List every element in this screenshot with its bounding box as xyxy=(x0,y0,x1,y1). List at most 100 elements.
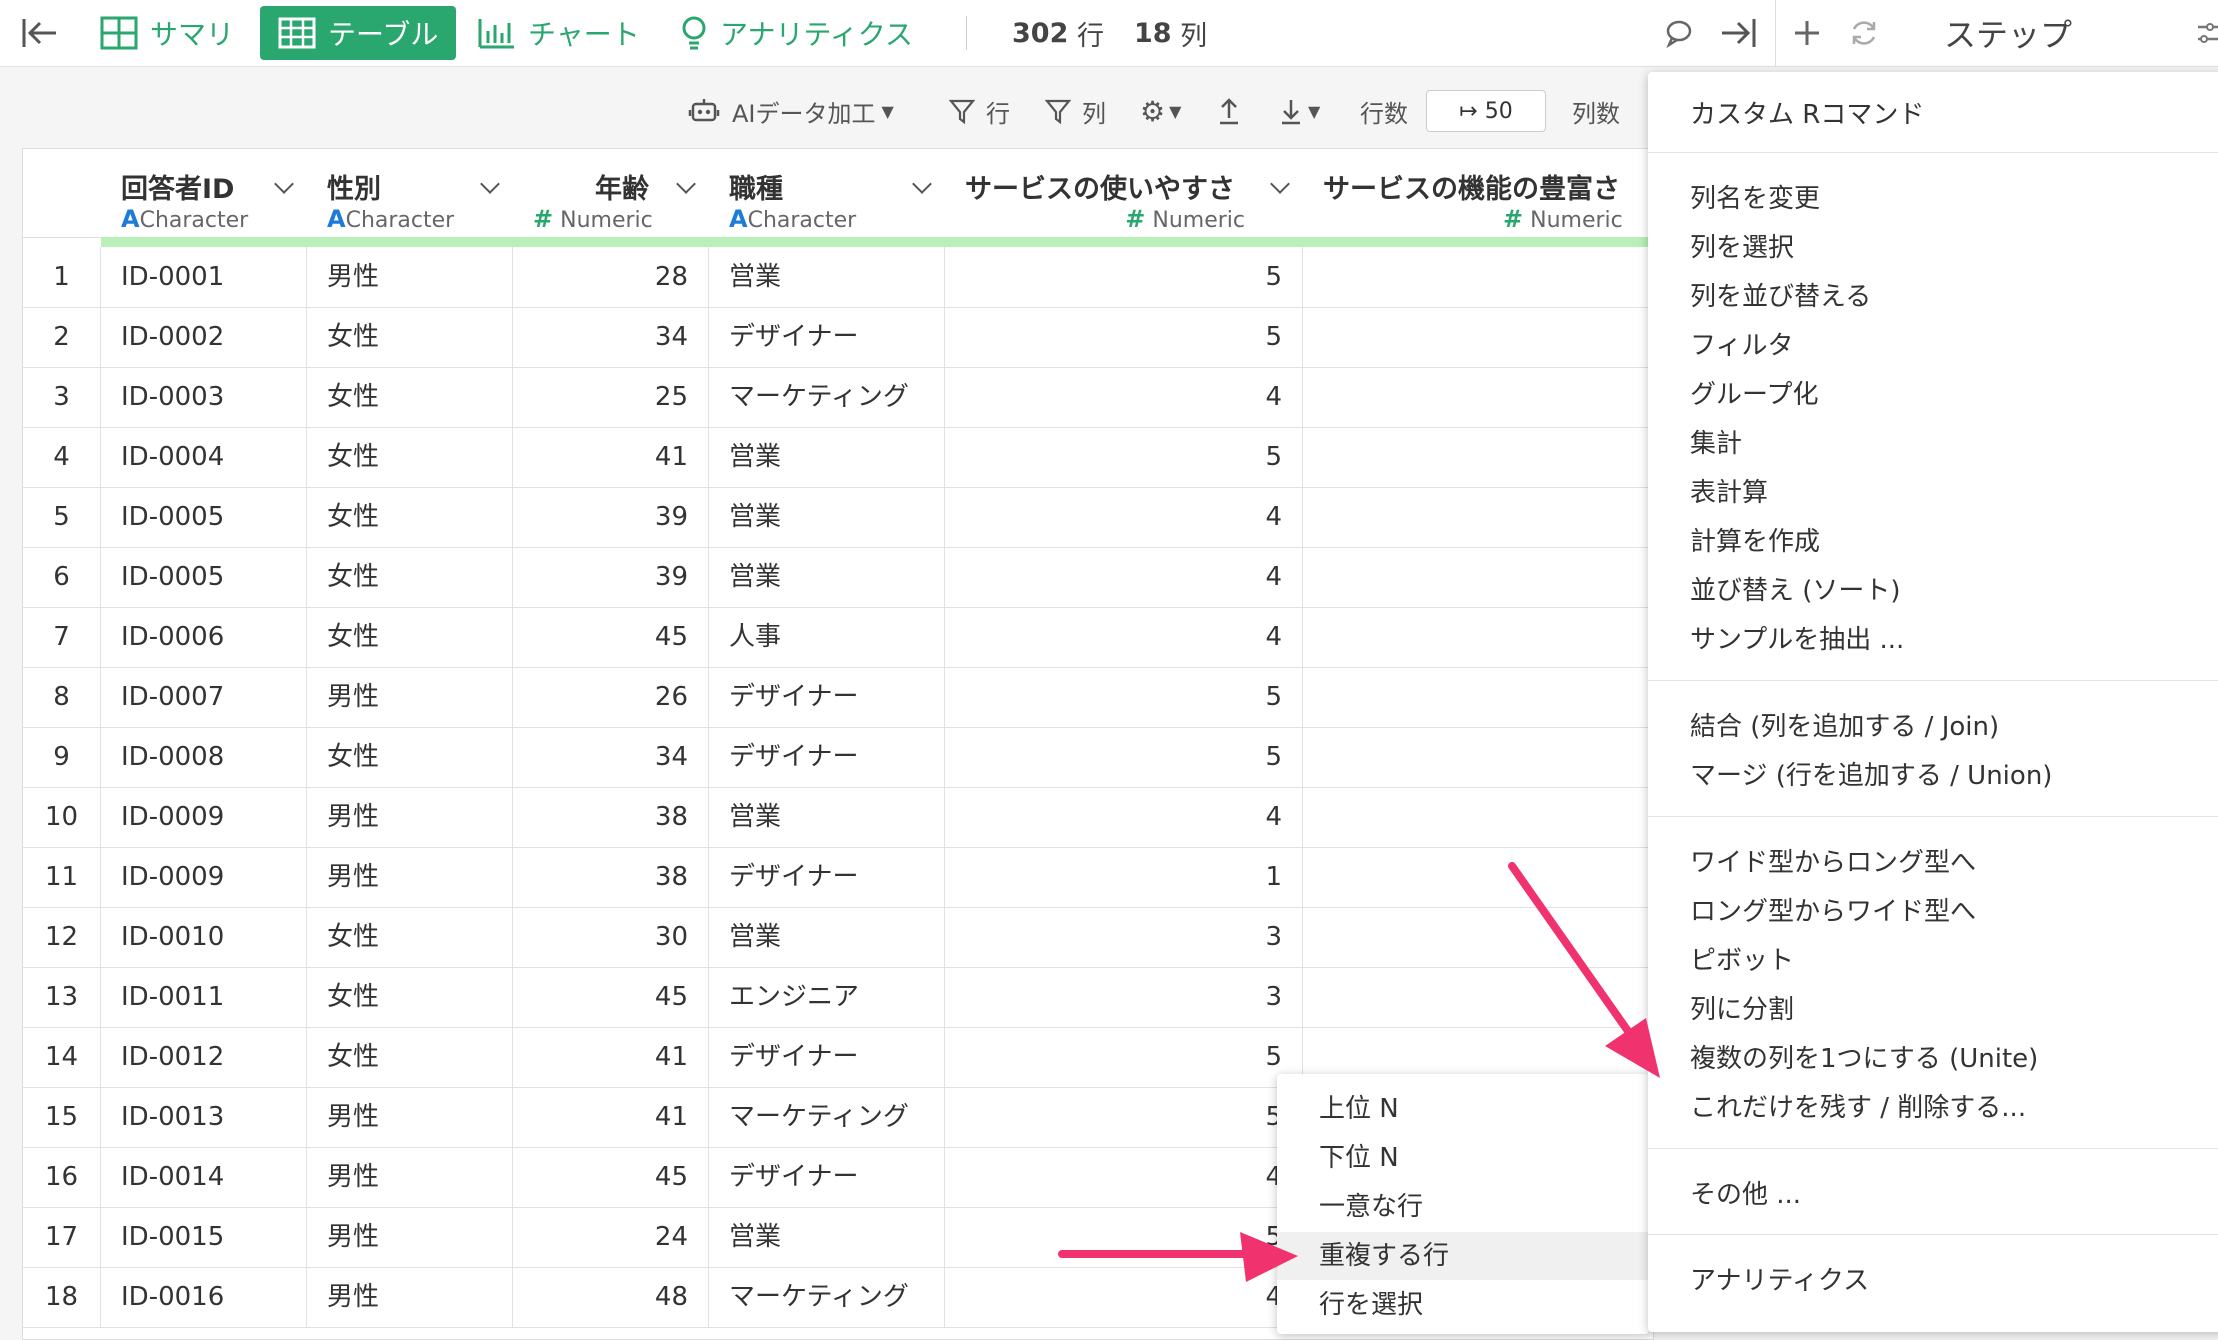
submenu-item-top-n[interactable]: 上位 N xyxy=(1319,1088,1399,1125)
rows-input[interactable]: ↦ 50 xyxy=(1426,90,1546,132)
chevron-down-icon[interactable] xyxy=(676,174,696,194)
menu-item-unite[interactable]: 複数の列を1つにする (Unite) xyxy=(1690,1038,2038,1075)
settings-menu-button[interactable]: ⚙ ▼ xyxy=(1140,86,1181,136)
filter-icon xyxy=(948,99,976,125)
menu-item-summarize[interactable]: 集計 xyxy=(1690,423,1742,460)
column-name: 性別 xyxy=(327,174,381,205)
menu-item-separate[interactable]: 列に分割 xyxy=(1690,989,1794,1026)
column-header-gender[interactable]: 性別 ACharacter xyxy=(307,149,514,238)
comment-icon[interactable] xyxy=(1664,0,1694,66)
menu-item-keep-remove[interactable]: これだけを残す / 削除する... xyxy=(1690,1087,2026,1124)
usability-cell: 4 xyxy=(945,487,1303,547)
character-type-icon: A xyxy=(729,205,748,233)
feature-richness-cell xyxy=(1303,727,1653,787)
table-row[interactable]: 1 ID-0001 男性 28 営業 5 xyxy=(23,247,1653,308)
gender-cell: 男性 xyxy=(307,667,513,727)
menu-item-reorder-columns[interactable]: 列を並び替える xyxy=(1690,276,1871,313)
feature-richness-cell xyxy=(1303,907,1653,967)
ai-data-button[interactable]: AIデータ加工 ▼ xyxy=(688,86,894,136)
column-header-job[interactable]: 職種 ACharacter xyxy=(709,149,946,238)
table-row[interactable]: 7 ID-0006 女性 45 人事 4 xyxy=(23,607,1653,668)
row-number-cell: 17 xyxy=(23,1207,101,1267)
menu-item-create-calc[interactable]: 計算を作成 xyxy=(1690,521,1820,558)
expand-right-icon[interactable] xyxy=(1718,0,1758,66)
respondent-id-cell: ID-0009 xyxy=(101,847,307,907)
row-number-cell: 11 xyxy=(23,847,101,907)
menu-item-union[interactable]: マージ (行を追加する / Union) xyxy=(1690,755,2052,792)
table-row[interactable]: 6 ID-0005 女性 39 営業 4 xyxy=(23,547,1653,608)
row-number-cell: 8 xyxy=(23,667,101,727)
row-selection-submenu: 上位 N 下位 N 一意な行 重複する行 行を選択 xyxy=(1277,1074,1649,1334)
usability-cell: 5 xyxy=(945,427,1303,487)
upload-icon[interactable] xyxy=(1216,86,1242,136)
gender-cell: 女性 xyxy=(307,607,513,667)
table-row[interactable]: 13 ID-0011 女性 45 エンジニア 3 xyxy=(23,967,1653,1028)
feature-richness-cell xyxy=(1303,667,1653,727)
usability-cell: 4 xyxy=(945,607,1303,667)
menu-item-filter[interactable]: フィルタ xyxy=(1690,325,1793,362)
table-row[interactable]: 2 ID-0002 女性 34 デザイナー 5 xyxy=(23,307,1653,368)
menu-item-select-columns[interactable]: 列を選択 xyxy=(1690,227,1794,264)
column-header-age[interactable]: 年齢 # Numeric xyxy=(513,149,710,238)
job-cell: 営業 xyxy=(709,247,945,307)
tab-analytics[interactable]: アナリティクス xyxy=(680,0,913,66)
usability-cell: 4 xyxy=(945,1147,1303,1207)
rows-label: 行数 xyxy=(1360,99,1408,128)
chevron-down-icon[interactable] xyxy=(1270,174,1290,194)
menu-item-custom-r[interactable]: カスタム Rコマンド xyxy=(1690,94,1924,131)
job-cell: マーケティング xyxy=(709,1267,945,1327)
column-header-respondent-id[interactable]: 回答者ID ACharacter xyxy=(101,149,308,238)
table-row[interactable]: 9 ID-0008 女性 34 デザイナー 5 xyxy=(23,727,1653,788)
chevron-down-icon[interactable] xyxy=(480,174,500,194)
submenu-item-select-rows[interactable]: 行を選択 xyxy=(1319,1284,1423,1321)
tab-table[interactable]: テーブル xyxy=(260,6,457,60)
menu-item-sort[interactable]: 並び替え (ソート) xyxy=(1690,570,1901,607)
tab-chart[interactable]: チャート xyxy=(478,0,640,66)
age-cell: 38 xyxy=(513,847,709,907)
row-number-cell: 4 xyxy=(23,427,101,487)
table-row[interactable]: 4 ID-0004 女性 41 営業 5 xyxy=(23,427,1653,488)
submenu-item-distinct-rows[interactable]: 一意な行 xyxy=(1319,1186,1423,1223)
menu-item-long-to-wide[interactable]: ロング型からワイド型へ xyxy=(1690,891,1976,928)
menu-item-rename[interactable]: 列名を変更 xyxy=(1690,178,1820,215)
menu-item-table-calc[interactable]: 表計算 xyxy=(1690,472,1768,509)
step-command-menu: カスタム Rコマンド 列名を変更 列を選択 列を並び替える フィルタ グループ化… xyxy=(1648,72,2218,1332)
submenu-item-duplicate-rows[interactable]: 重複する行 xyxy=(1319,1235,1449,1272)
menu-item-join[interactable]: 結合 (列を追加する / Join) xyxy=(1690,706,1999,743)
table-row[interactable]: 5 ID-0005 女性 39 営業 4 xyxy=(23,487,1653,548)
menu-item-group-by[interactable]: グループ化 xyxy=(1690,374,1818,411)
gender-cell: 男性 xyxy=(307,1087,513,1147)
top-bar: サマリ テーブル チャート アナリティクス 302 行 18 列 ステップ xyxy=(0,0,2218,67)
table-row[interactable]: 8 ID-0007 男性 26 デザイナー 5 xyxy=(23,667,1653,728)
table-row[interactable]: 10 ID-0009 男性 38 営業 4 xyxy=(23,787,1653,848)
ai-data-label: AIデータ加工 xyxy=(732,99,876,128)
add-step-icon[interactable] xyxy=(1792,0,1822,66)
menu-item-sample[interactable]: サンプルを抽出 ... xyxy=(1690,619,1904,656)
gender-cell: 男性 xyxy=(307,847,513,907)
row-filter-button[interactable]: 行 xyxy=(948,86,1010,136)
table-row[interactable]: 12 ID-0010 女性 30 営業 3 xyxy=(23,907,1653,968)
table-row[interactable]: 3 ID-0003 女性 25 マーケティング 4 xyxy=(23,367,1653,428)
divider xyxy=(1775,0,1776,66)
settings-sliders-icon[interactable] xyxy=(2196,0,2218,66)
column-filter-button[interactable]: 列 xyxy=(1044,86,1106,136)
usability-cell: 5 xyxy=(945,1207,1303,1267)
column-header-usability[interactable]: サービスの使いやすさ # Numeric xyxy=(945,149,1304,238)
respondent-id-cell: ID-0005 xyxy=(101,487,307,547)
submenu-item-bottom-n[interactable]: 下位 N xyxy=(1319,1137,1399,1174)
menu-item-analytics[interactable]: アナリティクス xyxy=(1690,1260,1869,1297)
gender-cell: 男性 xyxy=(307,247,513,307)
menu-item-pivot[interactable]: ピボット xyxy=(1690,940,1794,977)
refresh-icon[interactable] xyxy=(1848,0,1880,66)
table-row[interactable]: 11 ID-0009 男性 38 デザイナー 1 xyxy=(23,847,1653,908)
caret-down-icon: ▼ xyxy=(1169,101,1182,121)
menu-item-other[interactable]: その他 ... xyxy=(1690,1174,1801,1211)
menu-item-wide-to-long[interactable]: ワイド型からロング型へ xyxy=(1690,842,1976,879)
tab-summary[interactable]: サマリ xyxy=(100,0,234,66)
gender-cell: 女性 xyxy=(307,487,513,547)
column-header-feature-richness[interactable]: サービスの機能の豊富さ # Numeric xyxy=(1303,149,1653,238)
chevron-down-icon[interactable] xyxy=(912,174,932,194)
chevron-down-icon[interactable] xyxy=(274,174,294,194)
download-menu-button[interactable]: ▼ xyxy=(1278,86,1320,136)
collapse-left-icon[interactable] xyxy=(20,0,60,66)
